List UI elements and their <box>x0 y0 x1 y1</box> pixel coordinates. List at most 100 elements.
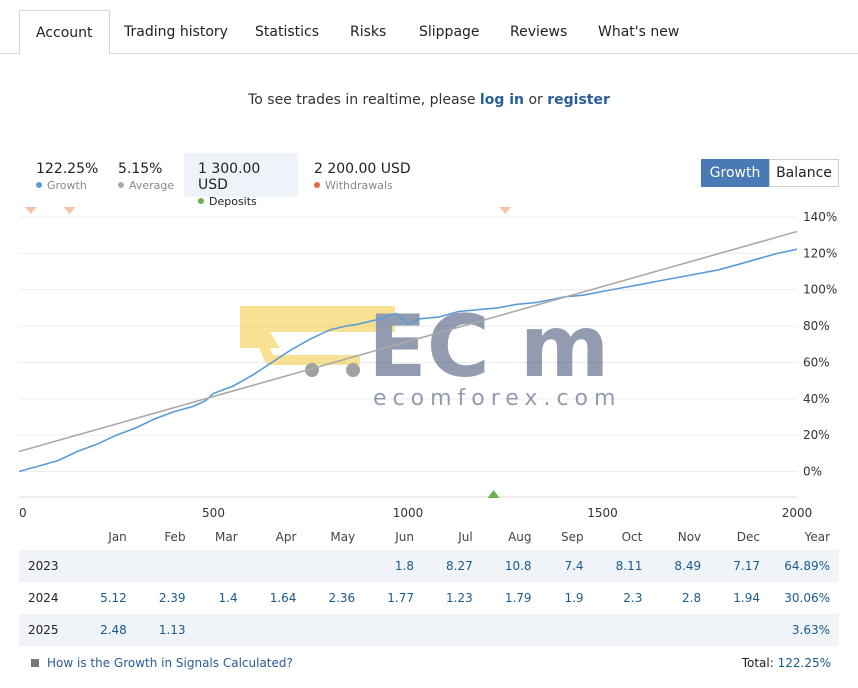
stat-deposits[interactable]: 1 300.00 USD Deposits <box>184 153 298 208</box>
realtime-notice: To see trades in realtime, please log in… <box>0 92 858 108</box>
realtime-or: or <box>524 92 548 108</box>
y-tick-label: 20% <box>803 428 830 442</box>
month-value-cell <box>481 614 541 646</box>
tab-reviews[interactable]: Reviews <box>494 10 583 54</box>
y-tick-label: 120% <box>803 246 837 260</box>
month-value-cell: 1.64 <box>269 591 297 605</box>
month-value-cell: 2.8 <box>682 591 702 605</box>
month-value-cell: 1.77 <box>387 591 414 605</box>
year-cell: 2023 <box>19 550 77 582</box>
month-value-cell <box>194 550 247 582</box>
withdrawal-marker-icon <box>63 207 76 214</box>
tab-trading-history[interactable]: Trading history <box>108 10 244 54</box>
header-month: Sep <box>560 530 584 544</box>
stat-growth[interactable]: 122.25% Growth <box>22 153 112 197</box>
total-label: Total: <box>741 656 778 670</box>
header-month: Feb <box>164 530 186 544</box>
month-value-cell <box>364 614 423 646</box>
stat-growth-value: 122.25% <box>36 161 99 177</box>
register-link[interactable]: register <box>547 92 610 108</box>
year-cell: 2025 <box>19 614 77 646</box>
table-header-row: Jan Feb Mar Apr May Jun Jul Aug Sep Oct … <box>19 524 839 550</box>
total-value: 122.25% <box>777 656 831 670</box>
month-value-cell: 10.8 <box>481 550 541 582</box>
month-value-cell: 8.49 <box>651 550 711 582</box>
month-value-cell: 2.48 <box>77 614 136 646</box>
average-dot-icon <box>118 182 124 188</box>
header-month: Nov <box>677 530 702 544</box>
growth-dot-icon <box>36 182 42 188</box>
tab-statistics[interactable]: Statistics <box>239 10 335 54</box>
header-month: Jul <box>458 530 473 544</box>
month-value-cell: 5.12 <box>100 591 127 605</box>
month-value-cell: 1.13 <box>135 614 195 646</box>
watermark-letters: EC m <box>368 297 609 397</box>
x-tick-label: 1500 <box>587 506 618 520</box>
growth-calc-link[interactable]: How is the Growth in Signals Calculated? <box>31 656 293 670</box>
tab-slippage[interactable]: Slippage <box>403 10 496 54</box>
month-value-cell: 1.8 <box>364 550 423 582</box>
month-value-cell: 1.94 <box>733 591 760 605</box>
stat-deposits-value: 1 300.00 USD <box>198 161 261 193</box>
realtime-text: To see trades in realtime, please <box>248 92 480 108</box>
header-year-blank <box>19 524 77 550</box>
watermark-logo: EC m ecomforex.com <box>240 297 615 411</box>
month-value-cell <box>651 614 711 646</box>
growth-toggle-button[interactable]: Growth <box>701 159 769 187</box>
x-tick-label: 2000 <box>782 506 813 520</box>
month-value-cell <box>422 614 482 646</box>
x-tick-label: 500 <box>202 506 225 520</box>
y-tick-label: 60% <box>803 355 830 369</box>
year-cell: 2024 <box>28 591 59 605</box>
month-value-cell: 1.79 <box>504 591 532 605</box>
stat-growth-label: Growth <box>47 179 87 192</box>
header-month: Oct <box>621 530 643 544</box>
growth-calc-link-text: How is the Growth in Signals Calculated? <box>47 656 293 670</box>
month-value-cell: 1.9 <box>564 591 584 605</box>
withdrawal-marker-icon <box>499 207 512 214</box>
y-tick-label: 40% <box>803 392 830 406</box>
month-value-cell: 1.4 <box>218 591 238 605</box>
month-value-cell <box>194 614 247 646</box>
stat-average-label: Average <box>129 179 175 192</box>
month-value-cell: 2.3 <box>623 591 643 605</box>
header-month: Aug <box>508 530 532 544</box>
month-value-cell: 7.4 <box>540 550 593 582</box>
y-axis-labels: 0% 20% 40% 60% 80% 100% 120% 140% <box>803 210 837 479</box>
month-value-cell <box>710 614 769 646</box>
y-tick-label: 80% <box>803 319 830 333</box>
login-link[interactable]: log in <box>480 92 524 108</box>
header-month: Mar <box>214 530 238 544</box>
year-total-cell: 3.63% <box>769 614 839 646</box>
month-value-cell <box>305 614 365 646</box>
total-growth: Total: 122.25% <box>742 656 831 670</box>
average-line <box>18 230 798 453</box>
stat-withdrawals-label: Withdrawals <box>325 179 393 192</box>
month-value-cell: 2.36 <box>328 591 356 605</box>
tab-risks[interactable]: Risks <box>334 10 402 54</box>
table-row: 2024 5.12 2.39 1.4 1.64 2.36 1.77 1.23 1.79 1.9 2.… <box>19 582 839 614</box>
tab-account[interactable]: Account <box>19 10 110 55</box>
month-value-cell <box>592 614 652 646</box>
month-value-cell: 8.27 <box>422 550 482 582</box>
balance-toggle-button[interactable]: Balance <box>769 159 839 187</box>
tab-whats-new[interactable]: What's new <box>582 10 695 54</box>
x-tick-label: 0 <box>19 506 27 520</box>
x-axis-labels: 0 500 1000 1500 2000 <box>19 506 812 520</box>
month-value-cell: 8.11 <box>592 550 652 582</box>
withdrawal-marker-icon <box>24 207 37 214</box>
stat-average[interactable]: 5.15% Average <box>104 153 188 197</box>
header-month: Jun <box>395 530 414 544</box>
month-value-cell: 1.23 <box>446 591 473 605</box>
table-row: 2025 2.48 1.13 3.63% <box>19 614 839 646</box>
header-month: Jan <box>108 530 127 544</box>
month-value-cell <box>305 550 365 582</box>
month-value-cell <box>246 614 306 646</box>
month-value-cell <box>77 550 136 582</box>
stat-withdrawals[interactable]: 2 200.00 USD Withdrawals <box>300 153 425 197</box>
withdrawals-dot-icon <box>314 182 320 188</box>
table-row: 2023 1.8 8.27 10.8 7.4 8.11 8.49 7.17 64.89% <box>19 550 839 582</box>
monthly-growth-table: Jan Feb Mar Apr May Jun Jul Aug Sep Oct … <box>19 524 839 646</box>
y-tick-label: 0% <box>803 465 822 479</box>
deposit-marker-icon <box>487 490 500 498</box>
